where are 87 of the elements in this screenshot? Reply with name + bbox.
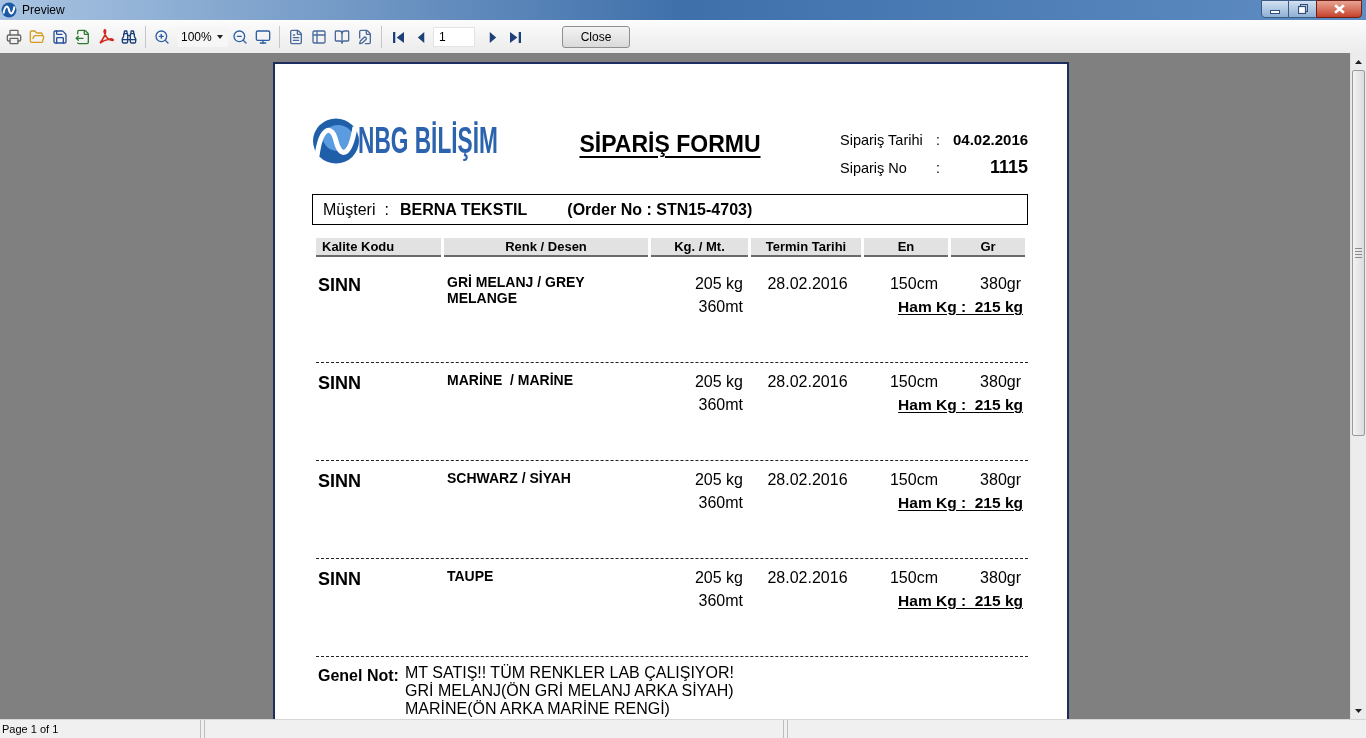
column-header: Kg. / Mt. xyxy=(651,238,748,257)
column-header: Termin Tarihi xyxy=(751,238,861,257)
note-line: GRİ MELANJ(ÖN GRİ MELANJ ARKA SİYAH) xyxy=(405,682,734,700)
column-header: Renk / Desen xyxy=(444,238,648,257)
meta-label: Sipariş Tarihi xyxy=(840,132,923,148)
width-value: 150cm xyxy=(889,372,938,392)
scrollbar-thumb[interactable] xyxy=(1352,70,1365,436)
monitor-icon xyxy=(255,29,271,45)
binoculars-icon xyxy=(121,29,137,45)
order-number: (Order No : STN15-4703) xyxy=(567,199,753,220)
column-header: En xyxy=(864,238,948,257)
quality-code: SINN xyxy=(318,568,361,590)
width-value: 150cm xyxy=(889,568,938,588)
meta-label: Sipariş No xyxy=(840,160,907,176)
zoom-in-icon xyxy=(154,29,170,45)
customer-label: Müşteri xyxy=(323,199,376,220)
printer-icon xyxy=(6,29,22,45)
colon-text: : xyxy=(936,160,940,176)
column-header: Kalite Kodu xyxy=(316,238,441,257)
raw-weight: Ham Kg : 215 kg xyxy=(898,395,1023,415)
minimize-button[interactable] xyxy=(1261,0,1289,18)
color-description: SCHWARZ / SİYAH xyxy=(447,470,571,486)
meta-value: 1115 xyxy=(989,156,1028,179)
meta-value: 04.02.2016 xyxy=(953,130,1029,150)
zoom-out-icon xyxy=(232,29,248,45)
page-count-text: Page 1 of 1 xyxy=(2,722,59,736)
save-icon xyxy=(52,29,68,45)
raw-weight: Ham Kg : 215 kg xyxy=(898,591,1023,611)
document-icon xyxy=(288,29,304,45)
quality-code: SINN xyxy=(318,274,361,296)
table-icon xyxy=(311,29,327,45)
edit-icon xyxy=(357,29,373,45)
kg-value: 205 kg xyxy=(694,372,743,392)
width-value: 150cm xyxy=(889,470,938,490)
page-arrow-icon xyxy=(75,29,91,45)
width-value: 150cm xyxy=(889,274,938,294)
quality-code: SINN xyxy=(318,470,361,492)
colon-text: : xyxy=(936,132,940,148)
gsm-value: 380gr xyxy=(980,372,1021,392)
kg-value: 205 kg xyxy=(694,568,743,588)
due-date: 28.02.2016 xyxy=(767,470,848,490)
minimize-icon xyxy=(1270,9,1280,14)
colon-text: : xyxy=(384,199,389,220)
column-header: Gr xyxy=(951,238,1025,257)
caret-icon xyxy=(217,35,223,39)
loop-icon xyxy=(98,29,114,45)
meter-value: 360mt xyxy=(698,395,743,415)
note-label: Genel Not: xyxy=(318,667,399,684)
down-arrow-icon xyxy=(1355,708,1362,713)
due-date: 28.02.2016 xyxy=(767,372,848,392)
due-date: 28.02.2016 xyxy=(767,568,848,588)
gsm-value: 380gr xyxy=(980,274,1021,294)
previous-icon xyxy=(415,31,427,43)
raw-weight: Ham Kg : 215 kg xyxy=(898,297,1023,317)
note-line: MARİNE(ÖN ARKA MARİNE RENGİ) xyxy=(405,700,670,718)
page-number-field[interactable]: 1 xyxy=(433,27,475,47)
form-title: SİPARİŞ FORMU xyxy=(579,130,761,158)
meter-value: 360mt xyxy=(698,297,743,317)
color-description: GRİ MELANJ / GREY MELANGE xyxy=(447,274,586,306)
folder-icon xyxy=(29,29,45,45)
due-date: 28.02.2016 xyxy=(767,274,848,294)
restore-button[interactable] xyxy=(1289,0,1316,18)
kg-value: 205 kg xyxy=(694,470,743,490)
logo-text: NBG BİLİŞİM xyxy=(358,121,498,161)
last-page-icon xyxy=(509,31,521,43)
swirl-logo-icon xyxy=(312,118,360,164)
window-title: Preview xyxy=(22,3,65,17)
restore-icon xyxy=(1297,4,1308,14)
kg-value: 205 kg xyxy=(694,274,743,294)
close-button[interactable]: Close xyxy=(562,26,630,48)
customer-name: BERNA TEKSTIL xyxy=(399,199,528,220)
app-icon xyxy=(1,2,17,18)
book-icon xyxy=(334,29,350,45)
up-arrow-icon xyxy=(1355,59,1362,64)
quality-code: SINN xyxy=(318,372,361,394)
vertical-scrollbar[interactable] xyxy=(1350,53,1366,719)
note-line: MT SATIŞ!! TÜM RENKLER LAB ÇALIŞIYOR! xyxy=(405,664,734,682)
close-window-button[interactable] xyxy=(1316,0,1362,18)
gsm-value: 380gr xyxy=(980,568,1021,588)
first-page-icon xyxy=(392,31,404,43)
meter-value: 360mt xyxy=(698,591,743,611)
meter-value: 360mt xyxy=(698,493,743,513)
color-description: TAUPE xyxy=(447,568,494,584)
color-description: MARİNE / MARİNE xyxy=(447,372,573,388)
close-icon xyxy=(1333,4,1345,14)
gsm-value: 380gr xyxy=(980,470,1021,490)
raw-weight: Ham Kg : 215 kg xyxy=(898,493,1023,513)
